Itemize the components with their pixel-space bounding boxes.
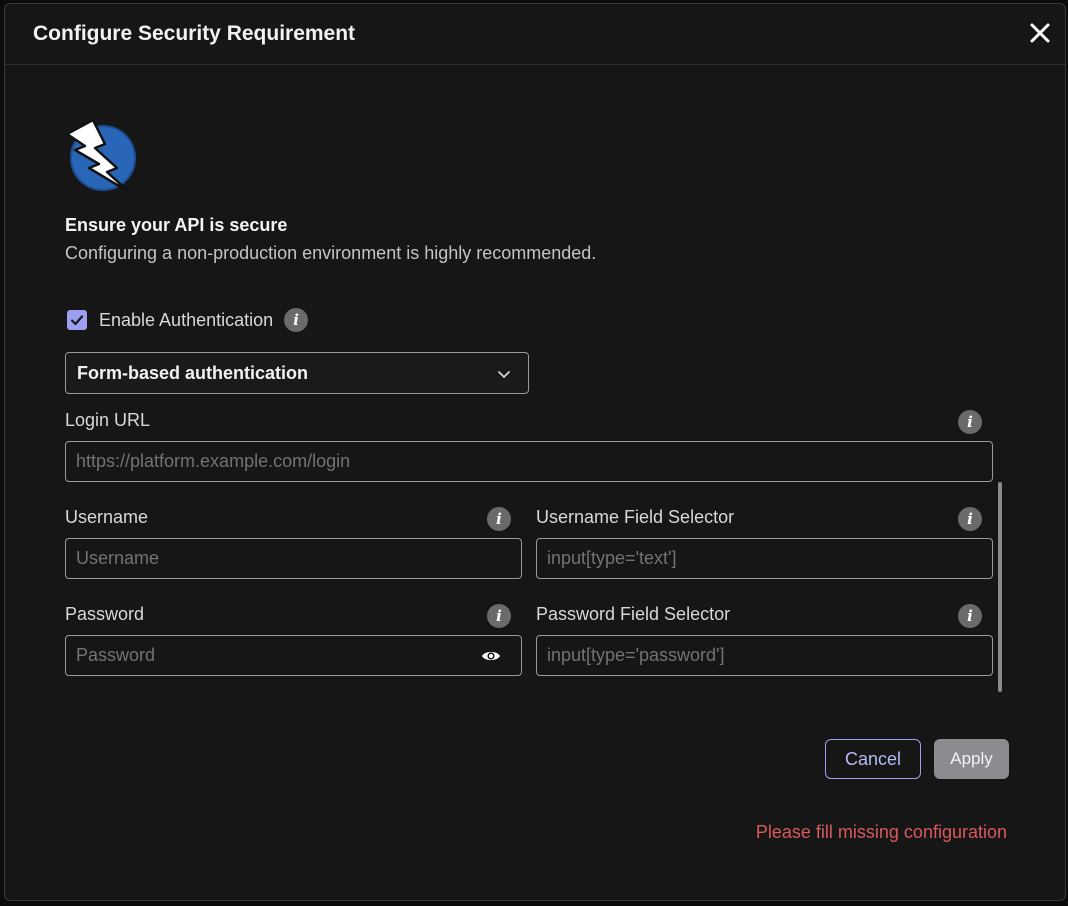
close-icon[interactable] [1029,22,1051,44]
info-icon[interactable]: i [487,604,511,628]
username-label: Username [65,507,149,527]
info-icon[interactable]: i [958,604,982,628]
dialog-header: Configure Security Requirement [5,4,1065,65]
cancel-button[interactable]: Cancel [825,739,921,779]
error-message: Please fill missing configuration [755,822,1007,842]
dialog-title: Configure Security Requirement [33,22,356,45]
info-icon[interactable]: i [958,410,982,434]
username-input[interactable] [65,538,522,579]
login-url-input[interactable] [65,441,993,482]
lightning-bolt-logo [65,120,136,194]
auth-method-select[interactable]: Form-based authentication [65,352,529,394]
password-selector-label: Password Field Selector [536,604,731,624]
username-selector-input[interactable] [536,538,993,579]
security-heading: Ensure your API is secure [65,215,288,235]
enable-authentication-label: Enable Authentication [99,309,274,330]
checkmark-icon [70,315,84,326]
enable-authentication-row: Enable Authentication i [67,308,309,332]
eye-icon[interactable] [481,646,501,666]
auth-method-value: Form-based authentication [77,363,309,383]
scrollbar[interactable] [998,482,1002,692]
password-selector-input[interactable] [536,635,993,676]
chevron-down-icon [498,371,510,378]
password-label: Password [65,604,145,624]
enable-authentication-checkbox[interactable] [67,310,87,330]
info-icon[interactable]: i [284,308,309,332]
info-icon[interactable]: i [958,507,982,531]
configure-security-dialog: Configure Security Requirement Ensure yo… [4,3,1066,901]
info-icon[interactable]: i [487,507,511,531]
login-url-label: Login URL [65,410,151,430]
apply-button[interactable]: Apply [934,739,1009,779]
password-input[interactable] [65,635,522,676]
username-selector-label: Username Field Selector [536,507,735,527]
security-subheading: Configuring a non-production environment… [65,243,597,263]
